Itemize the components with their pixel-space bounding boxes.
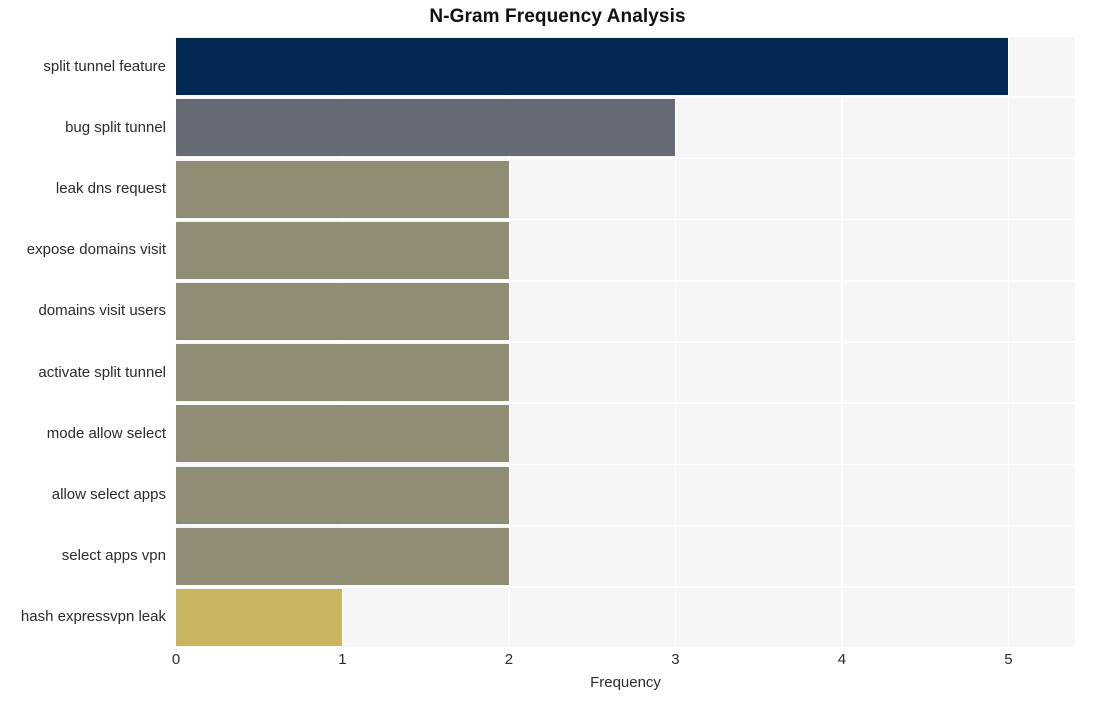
- y-gridline: [176, 402, 1075, 404]
- y-gridline: [176, 280, 1075, 282]
- bar: [176, 588, 343, 646]
- x-axis-tick: 0: [171, 651, 181, 668]
- y-gridline: [176, 647, 1075, 648]
- y-gridline: [176, 524, 1075, 527]
- y-gridline: [176, 586, 1075, 588]
- y-gridline: [176, 96, 1075, 98]
- bar: [176, 466, 509, 524]
- x-axis-tick: 4: [837, 651, 847, 668]
- y-gridline: [176, 157, 1075, 160]
- y-axis-label: leak dns request: [55, 180, 166, 197]
- x-axis-title: Frequency: [590, 674, 661, 691]
- plot-area: [176, 36, 1075, 648]
- x-axis-tick: 1: [338, 651, 347, 668]
- bar: [176, 527, 509, 585]
- bar: [176, 282, 509, 340]
- x-axis-tick: 5: [1004, 651, 1013, 668]
- y-gridline: [176, 341, 1075, 343]
- ngram-frequency-bar-chart: N-Gram Frequency Analysis split tunnel f…: [0, 0, 1115, 701]
- x-axis-tick: 2: [504, 651, 514, 668]
- y-axis-label: select apps vpn: [61, 547, 166, 565]
- chart-title: N-Gram Frequency Analysis: [429, 6, 686, 27]
- y-gridline: [176, 218, 1075, 221]
- x-axis-tick: 3: [671, 651, 680, 668]
- y-axis-label: split tunnel feature: [43, 57, 166, 75]
- y-axis-category-labels: split tunnel feature bug split tunnel leak…: [0, 36, 166, 648]
- bar: [176, 221, 509, 279]
- y-axis-label: mode allow select: [46, 424, 166, 442]
- bar: [176, 344, 509, 402]
- y-gridline: [176, 36, 1075, 37]
- y-axis-label: domains visit users: [38, 302, 166, 320]
- y-gridline: [176, 463, 1075, 466]
- y-axis-label: hash expressvpn leak: [20, 608, 166, 626]
- y-axis-label: activate split tunnel: [38, 363, 166, 381]
- bar: [176, 405, 509, 463]
- bar: [176, 160, 509, 218]
- bar: [176, 99, 676, 157]
- y-axis-label: allow select apps: [51, 486, 166, 503]
- x-axis-tick-labels: 0 1 2 3 4 5: [172, 650, 1075, 672]
- y-axis-label: expose domains visit: [26, 241, 166, 259]
- bar: [176, 38, 1009, 96]
- y-axis-label: bug split tunnel: [65, 118, 166, 136]
